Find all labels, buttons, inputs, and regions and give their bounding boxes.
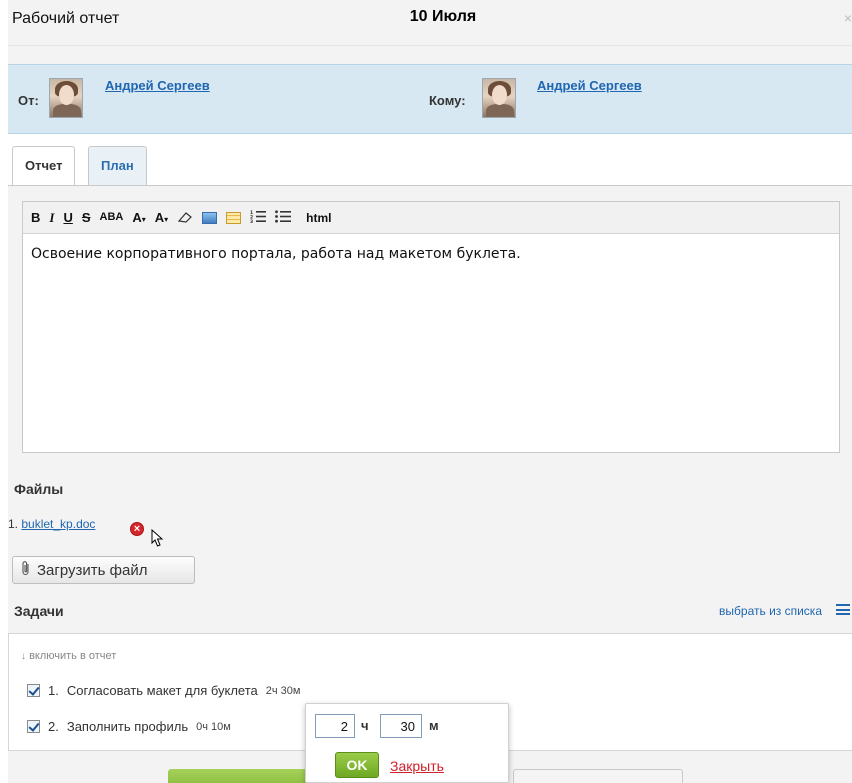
hours-input[interactable] (315, 714, 355, 738)
to-avatar (482, 78, 516, 118)
delete-file-icon[interactable]: × (130, 522, 144, 536)
minutes-input[interactable] (380, 714, 422, 738)
html-mode-button[interactable]: html (306, 212, 331, 224)
task-index: 2. (48, 719, 59, 734)
svg-text:3: 3 (250, 219, 253, 223)
paperclip-icon (21, 560, 31, 580)
upload-file-button[interactable]: Загрузить файл (12, 556, 195, 584)
dialog-titlebar: Рабочий отчет 10 Июля × (8, 0, 852, 46)
italic-button[interactable]: I (49, 211, 54, 224)
underline-button[interactable]: U (63, 211, 72, 224)
secondary-footer-button[interactable] (513, 769, 683, 783)
ok-button[interactable]: OK (335, 752, 379, 778)
file-item: 1. buklet_kp.doc (8, 517, 95, 531)
close-icon[interactable]: × (844, 10, 852, 26)
from-label: От: (18, 93, 39, 108)
task-time[interactable]: 0ч 10м (196, 721, 231, 733)
highlight-icon[interactable]: ABA (100, 212, 124, 223)
from-to-panel: От: Андрей Сергеев Кому: Андрей Сергеев (8, 64, 852, 134)
time-edit-popup: ч м OK Закрыть (305, 703, 509, 783)
arrow-down-icon: ↓ (21, 651, 26, 662)
to-label: Кому: (429, 93, 466, 108)
pick-from-list-link[interactable]: выбрать из списка (719, 604, 822, 618)
task-time[interactable]: 2ч 30м (266, 685, 301, 697)
task-checkbox[interactable] (27, 684, 40, 697)
task-index: 1. (48, 683, 59, 698)
task-name: Заполнить профиль (66, 719, 189, 734)
ordered-list-icon[interactable]: 123 (250, 210, 267, 225)
tasks-header: Задачи выбрать из списка (8, 595, 852, 633)
bullet-list-icon[interactable] (275, 210, 292, 225)
mouse-pointer-icon (147, 528, 165, 555)
insert-table-icon[interactable] (226, 211, 242, 224)
tasks-title: Задачи (14, 603, 64, 619)
from-avatar (49, 78, 83, 118)
dialog-title: Рабочий отчет (12, 10, 120, 27)
include-in-report-label: ↓ включить в отчет (21, 650, 117, 662)
menu-icon[interactable] (836, 604, 850, 615)
eraser-icon[interactable] (177, 211, 193, 225)
task-item: 2. Заполнить профиль 0ч 10м (27, 719, 231, 734)
tab-plan[interactable]: План (88, 146, 147, 186)
file-index: 1. (8, 517, 19, 531)
tabs-row: Отчет План (8, 134, 852, 187)
files-section: Файлы 1. buklet_kp.doc × Загрузить файл (8, 465, 852, 595)
file-link[interactable]: buklet_kp.doc (21, 517, 95, 531)
tab-report[interactable]: Отчет (12, 146, 76, 187)
task-name: Согласовать макет для буклета (66, 683, 258, 698)
font-color-icon[interactable]: A▾ (155, 211, 168, 224)
editor-panel: B I U S ABA A▾ A▾ 123 html Освоение корп… (8, 185, 852, 465)
hours-unit-label: ч (361, 718, 369, 733)
editor-toolbar: B I U S ABA A▾ A▾ 123 html (23, 202, 839, 234)
insert-image-icon[interactable] (202, 211, 218, 224)
task-item: 1. Согласовать макет для буклета 2ч 30м (27, 683, 300, 698)
editor-content[interactable]: Освоение корпоративного портала, работа … (23, 234, 839, 274)
bold-button[interactable]: B (31, 211, 40, 224)
task-checkbox[interactable] (27, 720, 40, 733)
report-date: 10 Июля (409, 8, 477, 25)
from-user-link[interactable]: Андрей Сергеев (105, 78, 210, 93)
titlebar-spacer (8, 46, 852, 64)
to-user-link[interactable]: Андрей Сергеев (537, 78, 642, 93)
strikethrough-button[interactable]: S (82, 211, 91, 224)
upload-file-label: Загрузить файл (37, 561, 148, 579)
files-title: Файлы (14, 481, 64, 497)
close-popup-link[interactable]: Закрыть (390, 758, 444, 774)
rich-text-editor: B I U S ABA A▾ A▾ 123 html Освоение корп… (22, 201, 840, 453)
font-size-icon[interactable]: A▾ (132, 211, 145, 224)
minutes-unit-label: м (429, 718, 439, 733)
